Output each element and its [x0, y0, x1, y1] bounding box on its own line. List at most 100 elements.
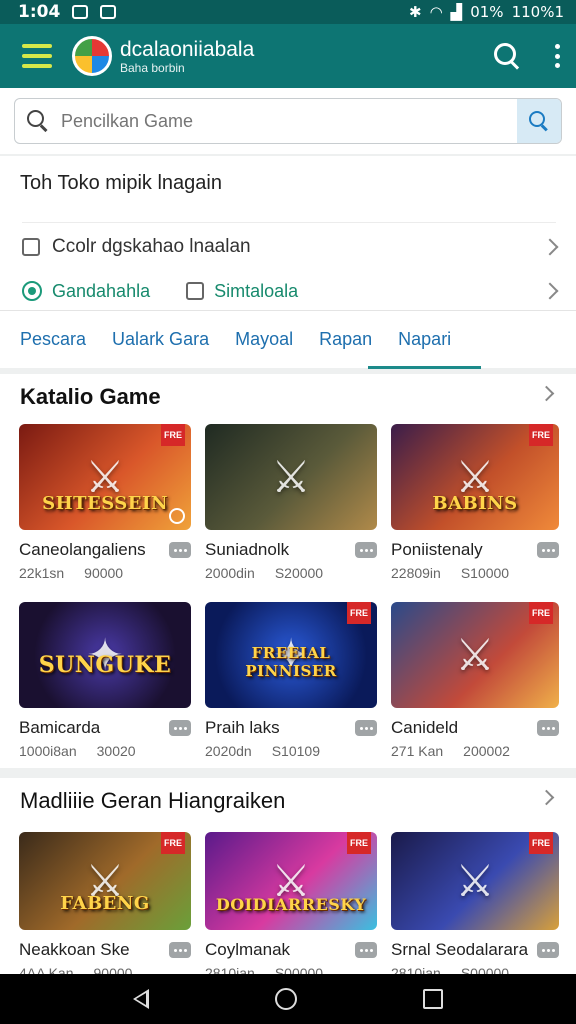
more-icon[interactable] [169, 720, 191, 736]
tab-mayoal[interactable]: Mayoal [235, 311, 293, 369]
filter-radio[interactable] [22, 281, 42, 301]
game-badge: FRE [529, 602, 553, 624]
chevron-right-icon[interactable] [541, 282, 559, 300]
game-name: Poniistenaly [391, 540, 483, 559]
warrior-art-icon: ⚔ [271, 452, 311, 502]
system-nav-bar [0, 974, 576, 1024]
chevron-right-icon[interactable] [541, 238, 559, 255]
game-thumbnail[interactable]: ⚔ FRE [391, 832, 559, 930]
game-meta-size: 22809in [391, 565, 441, 581]
status-bar: 1:04 ✱ ◠ ▟ 01% 110%1 [0, 0, 576, 24]
play-icon [169, 508, 185, 524]
game-thumbnail[interactable]: ⚔ FRE [391, 602, 559, 708]
tab-pescara[interactable]: Pescara [20, 311, 86, 369]
chevron-right-icon[interactable] [538, 789, 555, 806]
filter-checkbox-label: Ccolr dgskahao lnaalan [52, 235, 251, 257]
more-icon[interactable] [169, 942, 191, 958]
app-bar: dcalaoniiabala Baha borbin [0, 24, 576, 88]
more-icon[interactable] [355, 942, 377, 958]
game-meta-count: S00000 [274, 965, 324, 974]
search-bar [0, 88, 576, 154]
game-banner-text: FREEIAL PINNISER [245, 644, 337, 680]
game-card[interactable]: ✦ SUNGUKE Bamicarda 1000i8an 30020 [19, 602, 191, 759]
game-card[interactable]: ⚔ BABINS FRE Poniistenaly 22809in S10000 [391, 424, 559, 581]
recommended-section: Madliiie Geran Hiangraiken ⚔ FABENG FRE … [0, 778, 576, 974]
game-thumbnail[interactable]: ⚔ SHTESSEIN FRE [19, 424, 191, 530]
game-card[interactable]: ⚔ SHTESSEIN FRE Caneolangaliens 22k1sn 90… [19, 424, 191, 581]
game-thumbnail[interactable]: ✦ FREEIAL PINNISER FRE [205, 602, 377, 708]
more-options-icon[interactable] [554, 44, 560, 68]
game-name: Praih laks [205, 718, 280, 737]
filter-checkbox[interactable] [22, 237, 40, 256]
recent-apps-icon[interactable] [423, 989, 443, 1009]
game-meta-size: 2000din [205, 565, 255, 581]
game-banner-text: FABENG [60, 893, 150, 914]
search-submit-button[interactable] [517, 99, 561, 143]
game-meta-size: 2020dn [205, 743, 252, 759]
bluetooth-icon: ✱ [409, 3, 422, 21]
filter-checkbox-2[interactable] [186, 282, 205, 300]
app-title: dcalaoniiabala [120, 37, 255, 61]
status-time: 1:04 [18, 2, 61, 22]
chevron-right-icon[interactable] [538, 385, 555, 402]
more-icon[interactable] [537, 542, 559, 558]
game-card[interactable]: ⚔ DOIDIARRESKY FRE Coylmanak 2810ian S000… [205, 832, 377, 974]
catalog-section: Katalio Game ⚔ SHTESSEIN FRE Caneolangal… [0, 374, 576, 768]
game-name: Caneolangaliens [19, 540, 146, 559]
battery-percent: 01% [470, 3, 504, 21]
game-meta-count: 90000 [84, 565, 124, 581]
search-input[interactable] [49, 110, 517, 132]
menu-icon[interactable] [22, 44, 52, 68]
game-name: Bamicarda [19, 718, 101, 737]
tab-ualark-gara[interactable]: Ualark Gara [112, 311, 209, 369]
game-name: Srnal Seodalarara [391, 940, 529, 959]
game-thumbnail[interactable]: ⚔ DOIDIARRESKY FRE [205, 832, 377, 930]
game-badge: FRE [529, 832, 553, 854]
more-icon[interactable] [355, 720, 377, 736]
game-card[interactable]: ⚔ FABENG FRE Neakkoan Ske 4AA Kan 90000 [19, 832, 191, 974]
game-card[interactable]: ⚔ FRE Srnal Seodalarara 2810ian S00000 [391, 832, 559, 974]
game-meta-count: 90000 [93, 965, 133, 974]
game-meta-count: 30020 [96, 743, 136, 759]
game-meta-count: 200002 [463, 743, 510, 759]
game-name: Neakkoan Ske [19, 940, 130, 959]
filter-checkbox-row[interactable]: Ccolr dgskahao lnaalan [22, 222, 559, 270]
filter-radio-label: Gandahahla [52, 280, 151, 301]
warrior-art-icon: ⚔ [455, 630, 495, 680]
game-card[interactable]: ✦ FREEIAL PINNISER FRE Praih laks 2020dn… [205, 602, 377, 759]
game-meta-size: 1000i8an [19, 743, 77, 759]
app-notification-icon [100, 5, 117, 19]
notification-icon [72, 5, 89, 19]
game-meta-count: S20000 [274, 565, 324, 581]
game-meta-size: 22k1sn [19, 565, 65, 581]
magnifier-icon [27, 110, 49, 132]
game-meta-size: 271 Kan [391, 743, 444, 759]
status-right-text: 110%1 [511, 3, 564, 21]
more-icon[interactable] [169, 542, 191, 558]
tab-rapan[interactable]: Rapan [319, 311, 372, 369]
game-banner-text: DOIDIARRESKY [215, 895, 367, 914]
more-icon[interactable] [537, 942, 559, 958]
home-icon[interactable] [275, 988, 297, 1010]
back-icon[interactable] [133, 989, 149, 1009]
tab-napari[interactable]: Napari [368, 311, 482, 369]
more-icon[interactable] [355, 542, 377, 558]
game-thumbnail[interactable]: ⚔ [205, 424, 377, 530]
game-badge: FRE [161, 832, 185, 854]
game-badge: FRE [161, 424, 185, 446]
more-icon[interactable] [537, 720, 559, 736]
filter-option-row: Gandahahla Simtaloala [22, 270, 559, 312]
game-thumbnail[interactable]: ✦ SUNGUKE [19, 602, 191, 708]
game-thumbnail[interactable]: ⚔ BABINS FRE [391, 424, 559, 530]
game-thumbnail[interactable]: ⚔ FABENG FRE [19, 832, 191, 930]
game-badge: FRE [347, 602, 371, 624]
search-icon[interactable] [494, 43, 520, 69]
filter-heading: Toh Toko mipik lnagain [20, 172, 222, 194]
game-meta-size: 2810ian [391, 965, 441, 974]
game-badge: FRE [529, 424, 553, 446]
game-meta-count: S10000 [460, 565, 510, 581]
game-card[interactable]: ⚔ FRE Canideld 271 Kan 200002 [391, 602, 559, 759]
game-name: Coylmanak [205, 940, 291, 959]
game-card[interactable]: ⚔ Suniadnolk 2000din S20000 [205, 424, 377, 581]
section-title: Madliiie Geran Hiangraiken [20, 788, 286, 813]
